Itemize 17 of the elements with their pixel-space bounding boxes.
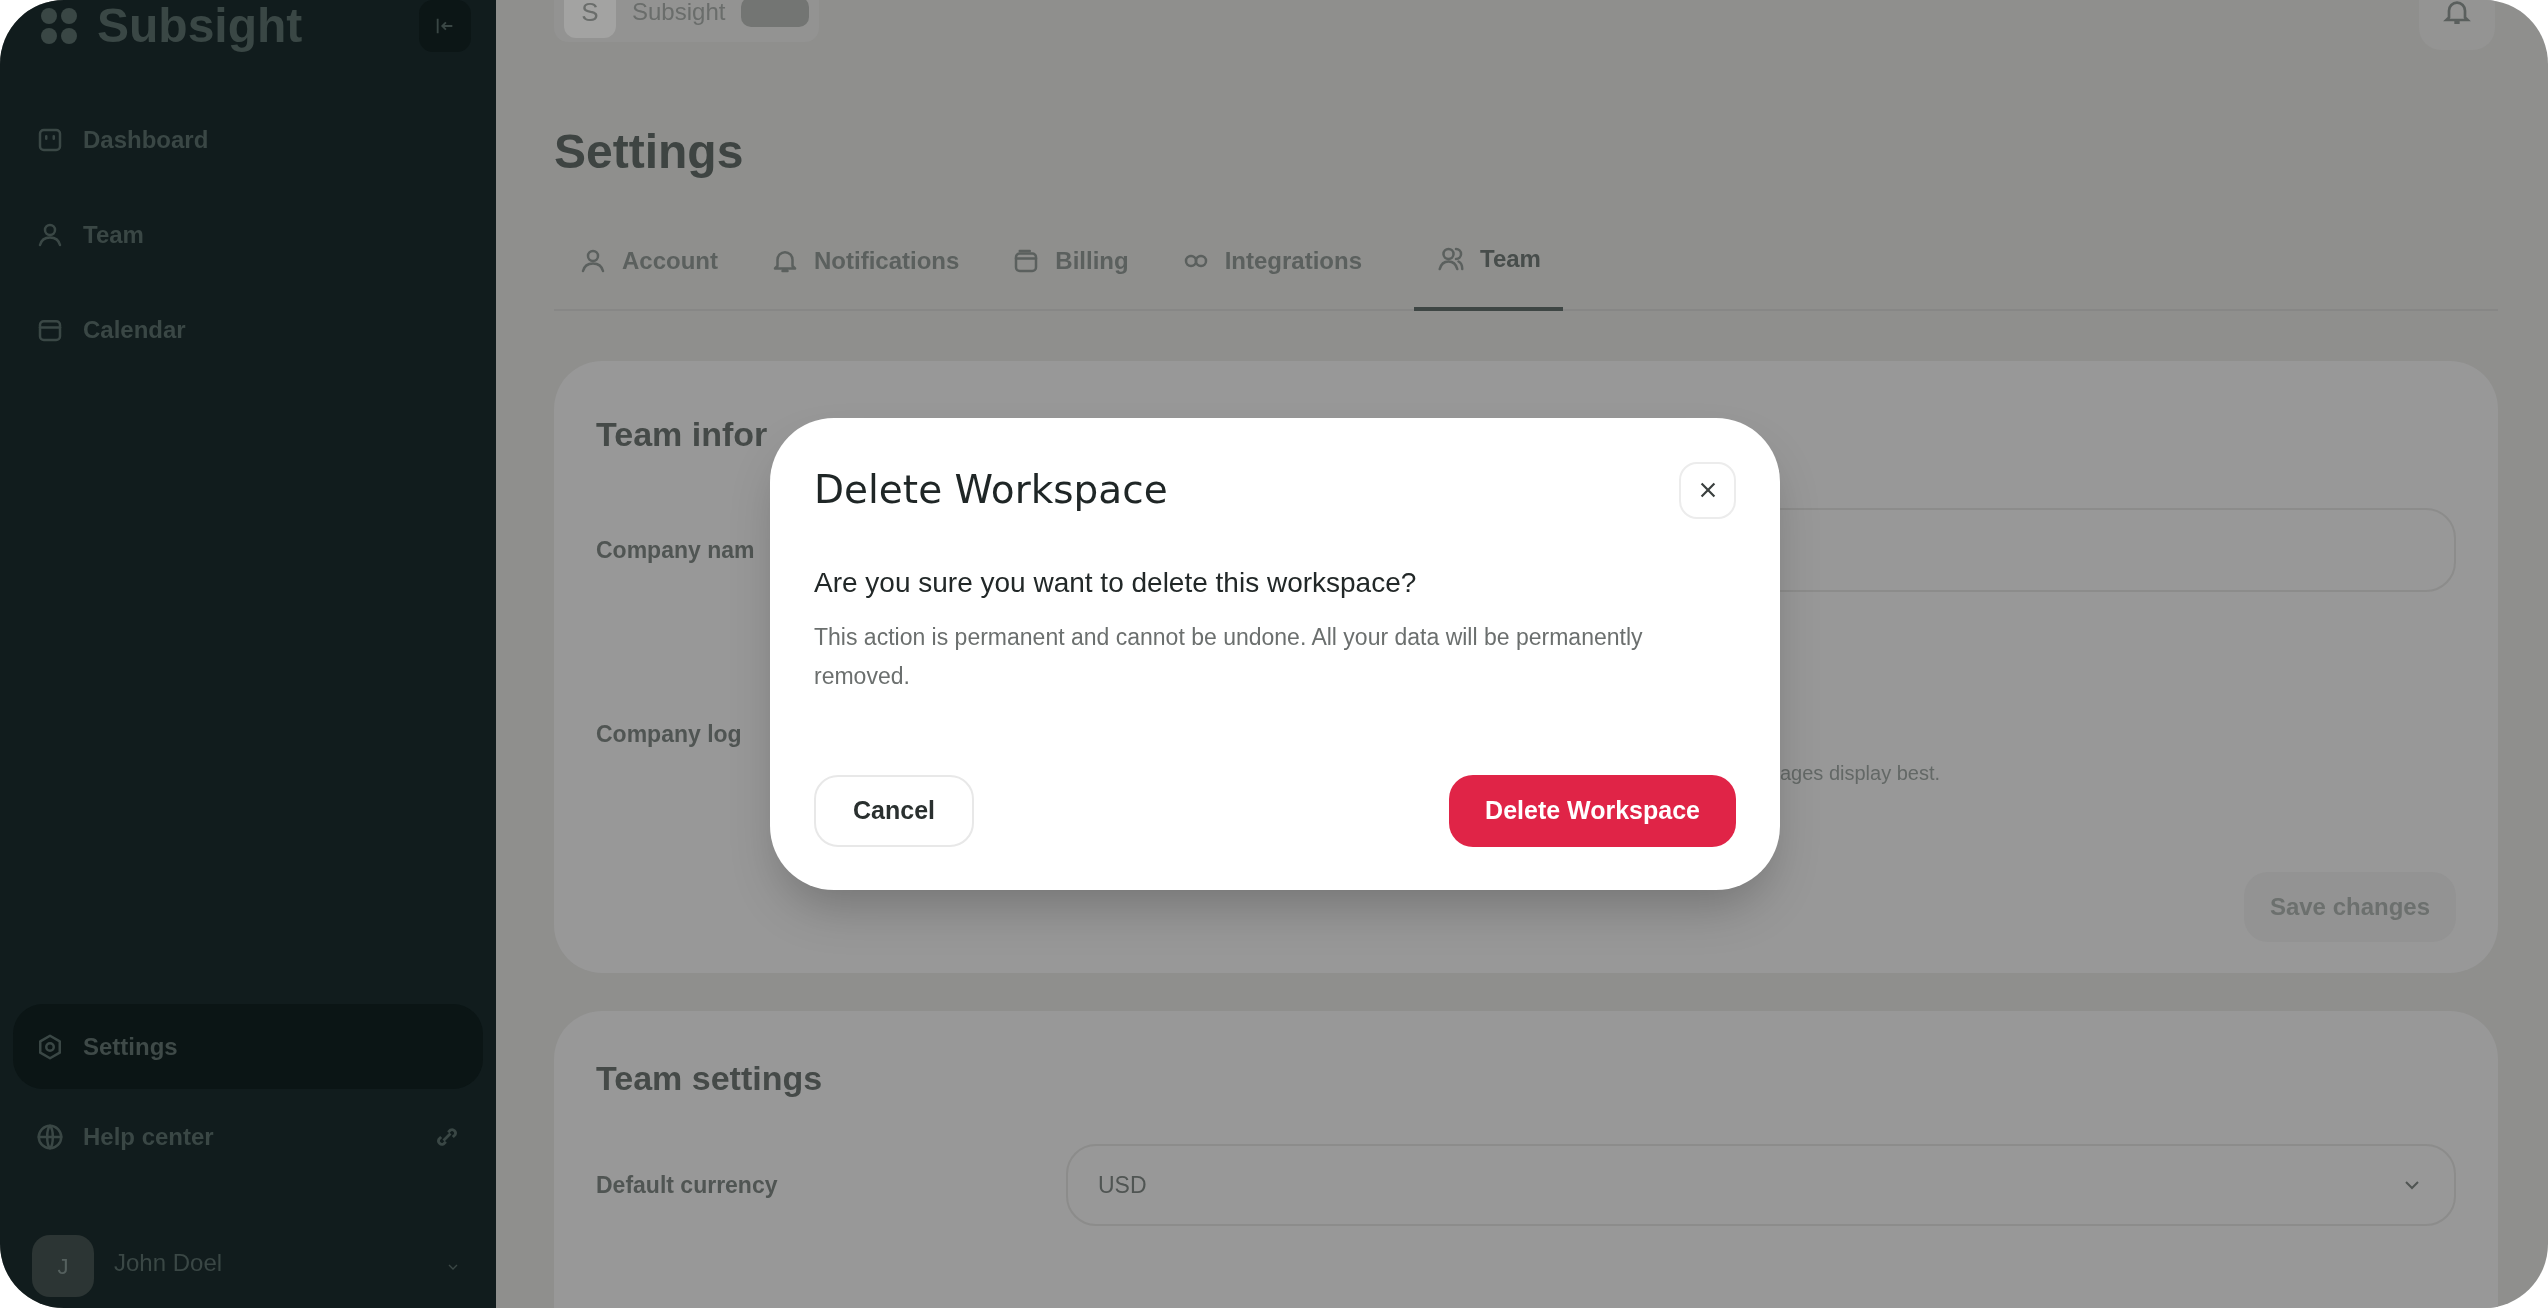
field-label: Default currency bbox=[596, 1170, 779, 1200]
currency-select[interactable]: USD bbox=[1066, 1144, 2456, 1226]
dialog-question: Are you sure you want to delete this workspace? bbox=[814, 565, 1418, 600]
cancel-button[interactable]: Cancel bbox=[814, 775, 974, 847]
workspace-avatar: S bbox=[564, 0, 616, 38]
page-title: Settings bbox=[554, 128, 745, 176]
close-button[interactable] bbox=[1679, 461, 1736, 519]
field-label: Company log bbox=[596, 720, 742, 749]
settings-tab[interactable]: Team bbox=[1414, 241, 1563, 311]
dialog-title: Delete Workspace bbox=[814, 466, 1168, 514]
globe-icon bbox=[35, 1122, 65, 1152]
section-title: Team settings bbox=[596, 1058, 824, 1099]
field-label: Company nam bbox=[596, 536, 755, 563]
plan-badge bbox=[741, 0, 810, 27]
dialog-message: This action is permanent and cannot be undone. All your data will be permanently removed. bbox=[814, 622, 1644, 691]
delete-workspace-button[interactable]: Delete Workspace bbox=[1449, 775, 1736, 847]
section-title: Team infor bbox=[596, 414, 769, 455]
